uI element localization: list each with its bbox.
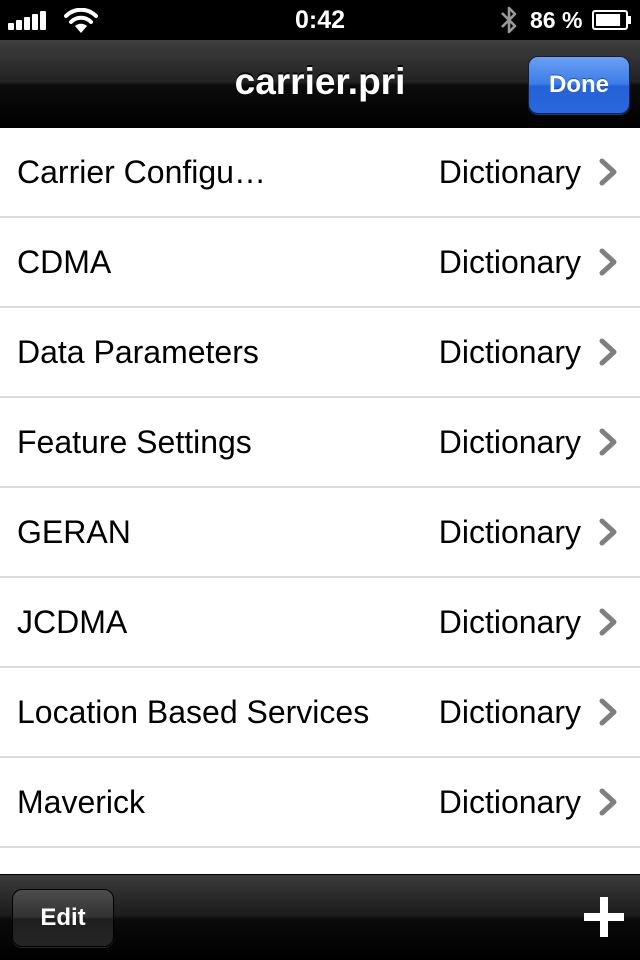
plus-icon[interactable] <box>582 895 626 939</box>
list-item-label: GERAN <box>17 514 131 550</box>
list-item-label: Location Based Services <box>17 694 370 730</box>
bluetooth-icon <box>501 6 517 34</box>
list-item-label: CDMA <box>17 244 112 280</box>
list-item[interactable]: JCDMA Dictionary <box>0 578 640 668</box>
chevron-right-icon <box>599 428 617 456</box>
battery-percent: 86 % <box>530 7 583 33</box>
list-item-type: Dictionary <box>438 244 581 280</box>
list-item-label: JCDMA <box>17 604 128 640</box>
list-item[interactable]: Carrier Configu… Dictionary <box>0 128 640 218</box>
chevron-right-icon <box>599 698 617 726</box>
chevron-right-icon <box>599 608 617 636</box>
signal-icon <box>8 10 48 30</box>
chevron-right-icon <box>599 338 617 366</box>
list-item-type: Dictionary <box>438 334 581 370</box>
list-item-label: Data Parameters <box>17 334 259 370</box>
chevron-right-icon <box>599 788 617 816</box>
page-title: carrier.pri <box>234 61 406 102</box>
list-item[interactable]: Data Parameters Dictionary <box>0 308 640 398</box>
list-item-label: Maverick <box>17 784 146 820</box>
chevron-right-icon <box>599 518 617 546</box>
chevron-right-icon <box>599 158 617 186</box>
list-item-type: Dictionary <box>438 694 581 730</box>
list-item-type: Dictionary <box>438 424 581 460</box>
bottom-toolbar: Edit <box>0 874 640 960</box>
list-item-label: Carrier Configu… <box>17 154 266 190</box>
list-item[interactable]: Location Based Services Dictionary <box>0 668 640 758</box>
list-item[interactable]: GERAN Dictionary <box>0 488 640 578</box>
list-item[interactable]: Feature Settings Dictionary <box>0 398 640 488</box>
edit-button[interactable]: Edit <box>12 889 114 947</box>
list-item-type: Dictionary <box>438 154 581 190</box>
list-item-type: Dictionary <box>438 784 581 820</box>
list-item-type: Dictionary <box>438 604 581 640</box>
battery-icon <box>592 10 631 30</box>
list-item[interactable]: CDMA Dictionary <box>0 218 640 308</box>
wifi-icon <box>64 8 98 33</box>
done-button[interactable]: Done <box>528 56 630 114</box>
dictionary-list: Carrier Configu… Dictionary CDMA Dictionary… <box>0 128 640 874</box>
status-bar: 0:42 86 % <box>0 0 640 40</box>
list-item[interactable]: Maverick Dictionary <box>0 758 640 848</box>
chevron-right-icon <box>599 248 617 276</box>
list-item-type: Dictionary <box>438 514 581 550</box>
navigation-bar: carrier.pri Done <box>0 40 640 128</box>
list-item-label: Feature Settings <box>17 424 252 460</box>
list-item[interactable] <box>0 848 640 874</box>
